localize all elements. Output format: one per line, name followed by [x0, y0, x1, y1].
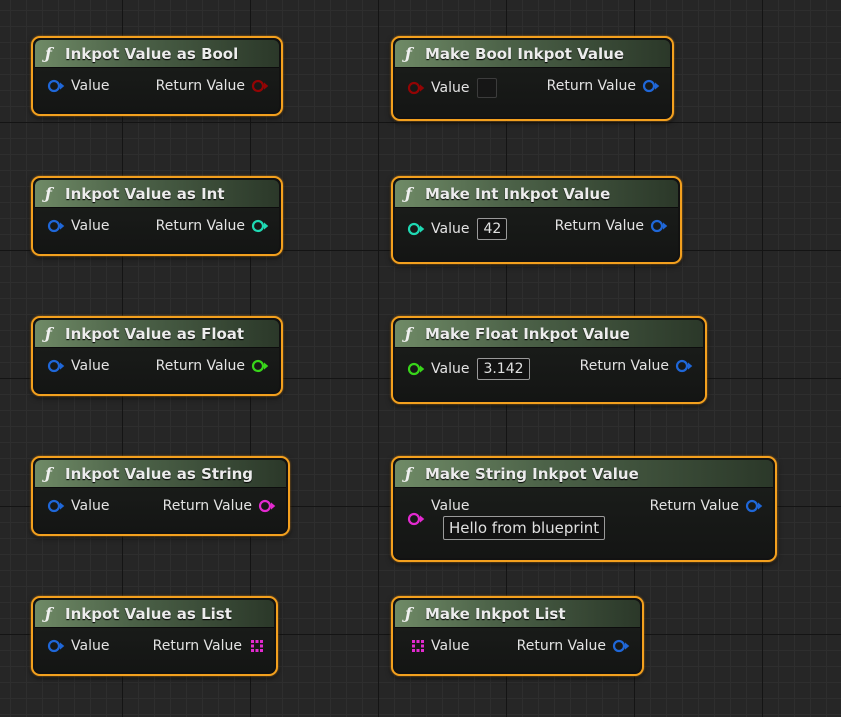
node-title: Make Inkpot List	[425, 604, 566, 623]
function-icon: ƒ	[45, 323, 52, 343]
output-pin-label: Return Value	[155, 78, 245, 94]
input-pin-label: Value	[431, 80, 470, 96]
output-pin-label: Return Value	[162, 498, 252, 514]
function-icon: ƒ	[45, 603, 52, 623]
struct-pin-icon[interactable]	[47, 359, 65, 373]
string-pin-icon[interactable]	[258, 499, 276, 513]
node-inkpot-value-as-list[interactable]: ƒ Inkpot Value as List Value Return Valu…	[31, 596, 278, 676]
node-header[interactable]: ƒ Inkpot Value as Float	[35, 320, 279, 348]
node-inkpot-value-as-bool[interactable]: ƒ Inkpot Value as Bool Value Return Valu…	[31, 36, 283, 116]
node-header[interactable]: ƒ Inkpot Value as Int	[35, 180, 279, 208]
struct-pin-icon[interactable]	[47, 79, 65, 93]
float-pin-icon[interactable]	[251, 359, 269, 373]
int-pin-icon[interactable]	[407, 222, 425, 236]
node-header[interactable]: ƒ Make String Inkpot Value	[395, 460, 773, 488]
input-pin-label: Value	[71, 218, 110, 234]
input-pin-label: Value	[431, 361, 470, 377]
output-pin-label: Return Value	[554, 218, 644, 234]
string-value-input[interactable]: Hello from blueprint	[443, 516, 606, 540]
function-icon: ƒ	[405, 323, 412, 343]
float-value-input[interactable]: 3.142	[477, 358, 530, 380]
node-header[interactable]: ƒ Inkpot Value as Bool	[35, 40, 279, 68]
array-pin-icon[interactable]	[250, 639, 264, 653]
node-title: Inkpot Value as Float	[65, 324, 245, 343]
node-title: Inkpot Value as Bool	[65, 44, 239, 63]
input-pin-label: Value	[71, 358, 110, 374]
struct-pin-icon[interactable]	[47, 219, 65, 233]
node-title: Make String Inkpot Value	[425, 464, 639, 483]
node-title: Inkpot Value as String	[65, 464, 253, 483]
output-pin-label: Return Value	[579, 358, 669, 374]
node-header[interactable]: ƒ Make Bool Inkpot Value	[395, 40, 670, 68]
bool-pin-icon[interactable]	[407, 81, 425, 95]
struct-pin-icon[interactable]	[642, 79, 660, 93]
node-header[interactable]: ƒ Make Inkpot List	[395, 600, 640, 628]
output-pin-label: Return Value	[155, 218, 245, 234]
int-value-input[interactable]: 42	[477, 218, 508, 240]
input-pin-label: Value	[71, 638, 110, 654]
input-pin-label: Value	[71, 498, 110, 514]
node-title: Inkpot Value as List	[65, 604, 232, 623]
function-icon: ƒ	[45, 463, 52, 483]
struct-pin-icon[interactable]	[47, 499, 65, 513]
input-pin-label: Value	[71, 78, 110, 94]
struct-pin-icon[interactable]	[675, 359, 693, 373]
node-title: Make Int Inkpot Value	[425, 184, 611, 203]
node-make-inkpot-list[interactable]: ƒ Make Inkpot List Value Return Value	[391, 596, 644, 676]
struct-pin-icon[interactable]	[650, 219, 668, 233]
output-pin-label: Return Value	[155, 358, 245, 374]
input-pin-label: Value	[431, 638, 470, 654]
bool-pin-icon[interactable]	[251, 79, 269, 93]
node-header[interactable]: ƒ Make Int Inkpot Value	[395, 180, 678, 208]
node-header[interactable]: ƒ Make Float Inkpot Value	[395, 320, 703, 348]
node-make-string-inkpot-value[interactable]: ƒ Make String Inkpot Value Value Return …	[391, 456, 777, 562]
function-icon: ƒ	[405, 43, 412, 63]
value-checkbox[interactable]	[477, 78, 498, 98]
input-pin-label: Value	[431, 221, 470, 237]
struct-pin-icon[interactable]	[47, 639, 65, 653]
function-icon: ƒ	[405, 603, 412, 623]
node-make-int-inkpot-value[interactable]: ƒ Make Int Inkpot Value Value 42 Return …	[391, 176, 682, 264]
array-pin-icon[interactable]	[411, 639, 425, 653]
node-header[interactable]: ƒ Inkpot Value as String	[35, 460, 286, 488]
node-title: Make Float Inkpot Value	[425, 324, 630, 343]
function-icon: ƒ	[405, 463, 412, 483]
output-pin-label: Return Value	[546, 78, 636, 94]
node-title: Inkpot Value as Int	[65, 184, 225, 203]
output-pin-label: Return Value	[152, 638, 242, 654]
int-pin-icon[interactable]	[251, 219, 269, 233]
function-icon: ƒ	[45, 43, 52, 63]
output-pin-label: Return Value	[516, 638, 606, 654]
node-make-bool-inkpot-value[interactable]: ƒ Make Bool Inkpot Value Value Return Va…	[391, 36, 674, 121]
function-icon: ƒ	[45, 183, 52, 203]
float-pin-icon[interactable]	[407, 362, 425, 376]
node-make-float-inkpot-value[interactable]: ƒ Make Float Inkpot Value Value 3.142 Re…	[391, 316, 707, 404]
struct-pin-icon[interactable]	[612, 639, 630, 653]
node-inkpot-value-as-int[interactable]: ƒ Inkpot Value as Int Value Return Value	[31, 176, 283, 256]
node-inkpot-value-as-string[interactable]: ƒ Inkpot Value as String Value Return Va…	[31, 456, 290, 536]
node-inkpot-value-as-float[interactable]: ƒ Inkpot Value as Float Value Return Val…	[31, 316, 283, 396]
node-header[interactable]: ƒ Inkpot Value as List	[35, 600, 274, 628]
node-title: Make Bool Inkpot Value	[425, 44, 624, 63]
function-icon: ƒ	[405, 183, 412, 203]
